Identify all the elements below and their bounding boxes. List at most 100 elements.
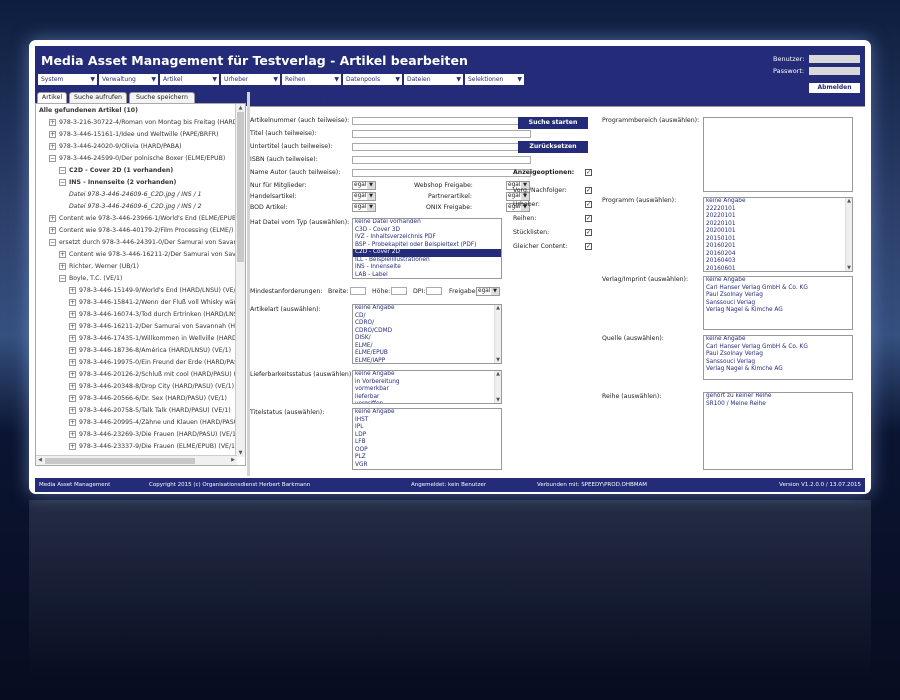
expand-icon[interactable]: + bbox=[59, 250, 66, 258]
search-button[interactable]: Suche starten bbox=[518, 117, 588, 129]
tree-node[interactable]: +978-3-446-24020-9/Olivia (HARD/PABA) bbox=[49, 141, 182, 153]
menu-reihen[interactable]: Reihen ▼ bbox=[282, 74, 341, 85]
list-scrollbar[interactable]: ▲ ▼ bbox=[845, 198, 852, 271]
list-item[interactable]: keine Angabe bbox=[704, 277, 852, 285]
collapse-icon[interactable]: − bbox=[49, 154, 56, 162]
option-checkbox-3[interactable]: ✓ bbox=[585, 229, 592, 236]
list-item[interactable]: IPL bbox=[353, 424, 501, 432]
list-item[interactable]: LAB - Label bbox=[353, 272, 501, 279]
untertitel-input[interactable] bbox=[352, 143, 531, 151]
list-item[interactable]: 20160601 bbox=[704, 266, 852, 272]
expand-icon[interactable]: + bbox=[69, 346, 76, 354]
menu-verwaltung[interactable]: Verwaltung ▼ bbox=[99, 74, 158, 85]
scroll-down-icon[interactable]: ▼ bbox=[846, 265, 852, 271]
tree-node[interactable]: +978-3-446-23337-9/Die Frauen (ELME/EPUB… bbox=[69, 441, 235, 453]
expand-icon[interactable]: + bbox=[69, 310, 76, 318]
artikelnummer-input[interactable] bbox=[352, 117, 531, 125]
expand-icon[interactable]: + bbox=[69, 442, 76, 450]
list-item[interactable]: ILL - Beispielillustrationen bbox=[353, 257, 501, 265]
list-item[interactable]: 20160201 bbox=[704, 243, 852, 251]
scroll-right-icon[interactable]: ▶ bbox=[229, 456, 237, 465]
list-item[interactable]: IVZ - Inhaltsverzeichnis PDF bbox=[353, 234, 501, 242]
expand-icon[interactable]: + bbox=[49, 226, 56, 234]
tree-node[interactable]: Datei 978-3-446-24609-6_C2D.jpg / INS / … bbox=[69, 201, 202, 213]
user-field[interactable] bbox=[809, 55, 860, 63]
scroll-up-icon[interactable]: ▲ bbox=[236, 104, 245, 112]
reset-button[interactable]: Zurücksetzen bbox=[518, 141, 588, 153]
tree-node[interactable]: − ersetzt durch 978-3-446-24391-0/Der Sam… bbox=[49, 237, 235, 249]
list-item[interactable]: keine Angabe bbox=[353, 305, 501, 313]
expand-icon[interactable]: + bbox=[49, 130, 56, 138]
list-item[interactable]: 20220101 bbox=[704, 221, 852, 229]
list-item[interactable]: 20160204 bbox=[704, 251, 852, 259]
breite-input[interactable] bbox=[350, 287, 366, 295]
list-item[interactable]: keine Datei vorhanden bbox=[353, 219, 501, 227]
list-item[interactable]: 20160403 bbox=[704, 258, 852, 266]
list-item[interactable]: vergriffen bbox=[353, 401, 501, 403]
option-checkbox-2[interactable]: ✓ bbox=[585, 215, 592, 222]
list-item[interactable]: WNN bbox=[353, 469, 501, 470]
scroll-thumb[interactable] bbox=[45, 458, 195, 464]
tree-node[interactable]: + Richter, Werner (UB/1) bbox=[59, 261, 139, 273]
tree-node[interactable]: +978-3-446-20126-2/Schluß mit cool (HARD… bbox=[69, 369, 235, 381]
list-item[interactable]: 20200101 bbox=[704, 228, 852, 236]
scroll-down-icon[interactable]: ▼ bbox=[236, 449, 245, 457]
scroll-left-icon[interactable]: ◀ bbox=[36, 456, 44, 465]
list-item[interactable]: DISK/ bbox=[353, 335, 501, 343]
list-scrollbar[interactable]: ▲ ▼ bbox=[494, 305, 501, 363]
tree-node[interactable]: +978-3-446-23269-3/Die Frauen (HARD/PASU… bbox=[69, 429, 235, 441]
expand-icon[interactable]: + bbox=[59, 262, 66, 270]
expand-icon[interactable]: + bbox=[49, 142, 56, 150]
collapse-icon[interactable]: − bbox=[59, 166, 66, 174]
expand-icon[interactable]: + bbox=[69, 382, 76, 390]
list-item[interactable]: SR100 / Meine Reihe bbox=[704, 401, 852, 409]
handelsartikel-select[interactable]: egal ▼ bbox=[352, 192, 376, 201]
tree-node[interactable]: +978-3-446-18736-8/América (HARD/LNSU) (… bbox=[69, 345, 231, 357]
verlag-list[interactable]: keine Angabe Carl Hanser Verlag GmbH & Co… bbox=[703, 276, 853, 330]
liefer-list[interactable]: keine Angabe in Vorbereitung vormerkbar lie… bbox=[352, 370, 502, 404]
dpi-input[interactable] bbox=[426, 287, 442, 295]
expand-icon[interactable]: + bbox=[69, 406, 76, 414]
list-item[interactable]: lieferbar bbox=[353, 394, 501, 402]
mitglieder-select[interactable]: egal ▼ bbox=[352, 181, 376, 190]
collapse-icon[interactable]: − bbox=[59, 274, 66, 282]
list-item[interactable]: keine Angabe bbox=[704, 336, 852, 344]
reihe-list[interactable]: gehört zu keiner Reihe SR100 / Meine Reih… bbox=[703, 392, 853, 470]
expand-icon[interactable]: + bbox=[49, 118, 56, 126]
list-item[interactable]: Carl Hanser Verlag GmbH & Co. KG bbox=[704, 344, 852, 352]
list-item[interactable]: 20220101 bbox=[704, 213, 852, 221]
list-item[interactable]: IHST bbox=[353, 417, 501, 425]
freigabe-select[interactable]: egal ▼ bbox=[476, 287, 500, 296]
list-item[interactable]: Sanssouci Verlag bbox=[704, 359, 852, 367]
list-item[interactable]: keine Angabe bbox=[353, 409, 501, 417]
expand-icon[interactable]: + bbox=[69, 370, 76, 378]
scroll-down-icon[interactable]: ▼ bbox=[495, 397, 501, 403]
titelstatus-list[interactable]: keine AngabeIHSTIPLLDPLFBOOPPLZVGRWNN bbox=[352, 408, 502, 470]
expand-icon[interactable]: + bbox=[69, 322, 76, 330]
tab-suche-speichern[interactable]: Suche speichern bbox=[129, 92, 195, 103]
list-item[interactable]: Verlag Nagel & Kimche AG bbox=[704, 307, 852, 315]
scroll-up-icon[interactable]: ▲ bbox=[495, 305, 501, 311]
tree-node[interactable]: +978-3-446-19975-0/Ein Freund der Erde (… bbox=[69, 357, 235, 369]
tree-node[interactable]: +978-3-446-15149-9/World's End (HARD/LNS… bbox=[69, 285, 235, 297]
list-item[interactable]: ELME/IAPP bbox=[353, 358, 501, 364]
tree-node[interactable]: + Content wie 978-3-446-23966-1/World's E… bbox=[49, 213, 235, 225]
expand-icon[interactable]: + bbox=[69, 394, 76, 402]
list-item[interactable]: PLZ bbox=[353, 454, 501, 462]
expand-icon[interactable]: + bbox=[69, 430, 76, 438]
list-item[interactable]: OOP bbox=[353, 447, 501, 455]
expand-icon[interactable]: + bbox=[69, 334, 76, 342]
menu-datenpools[interactable]: Datenpools ▼ bbox=[343, 74, 402, 85]
menu-dateien[interactable]: Dateien ▼ bbox=[404, 74, 463, 85]
list-item[interactable]: Paul Zsolnay Verlag bbox=[704, 292, 852, 300]
menu-selektionen[interactable]: Selektionen ▼ bbox=[465, 74, 524, 85]
list-item[interactable]: C2D - Cover 2D bbox=[353, 249, 501, 257]
programm-list[interactable]: keine Angabe 22220101 20220101 20220101 2020… bbox=[703, 197, 853, 272]
isbn-input[interactable] bbox=[352, 156, 531, 164]
list-item[interactable]: BSP - Probekapitel oder Beispieltext (PD… bbox=[353, 242, 501, 250]
collapse-icon[interactable]: − bbox=[49, 238, 56, 246]
list-item[interactable]: CD/ bbox=[353, 313, 501, 321]
tree-node[interactable]: +978-3-446-20995-4/Zähne und Klauen (HAR… bbox=[69, 417, 235, 429]
tree-node[interactable]: Alle gefundenen Artikel (10) bbox=[39, 105, 138, 117]
list-item[interactable]: vormerkbar bbox=[353, 386, 501, 394]
